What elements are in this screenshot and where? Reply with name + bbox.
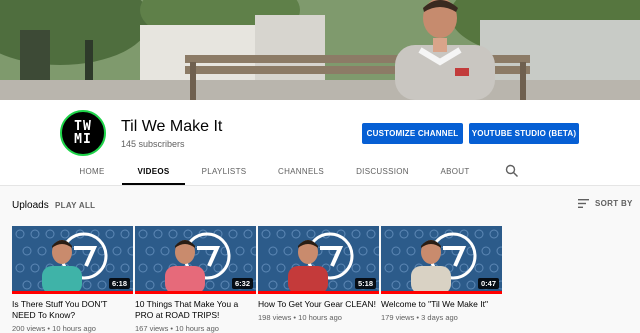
video-thumbnail[interactable]: 6:18 (12, 226, 133, 294)
tab-channels[interactable]: CHANNELS (270, 158, 332, 185)
video-thumbnail[interactable]: 0:47 (381, 226, 502, 294)
header-divider (0, 185, 640, 186)
customize-channel-button[interactable]: CUSTOMIZE CHANNEL (362, 123, 463, 144)
video-card[interactable]: 6:32 10 Things That Make You a PRO at RO… (135, 226, 256, 333)
play-all-button[interactable]: PLAY ALL (55, 201, 95, 210)
avatar-text-bottom: MI (74, 132, 92, 147)
video-card[interactable]: 0:47 Welcome to "Til We Make It" 179 vie… (381, 226, 502, 322)
video-duration: 6:32 (231, 278, 253, 289)
channel-header: TW MI Til We Make It 145 subscribers CUS… (0, 100, 640, 185)
video-title[interactable]: How To Get Your Gear CLEAN! (258, 299, 379, 310)
banner-image (0, 0, 640, 100)
video-thumbnail[interactable]: 5:18 (258, 226, 379, 294)
channel-avatar[interactable]: TW MI (60, 110, 106, 156)
channel-tabs: HOME VIDEOS PLAYLISTS CHANNELS DISCUSSIO… (0, 158, 640, 185)
tab-videos[interactable]: VIDEOS (122, 158, 185, 185)
watch-progress-bar (258, 291, 379, 294)
video-card[interactable]: 6:18 Is There Stuff You DON'T NEED To Kn… (12, 226, 133, 333)
watch-progress-bar (135, 291, 256, 294)
video-meta: 167 views • 10 hours ago (135, 324, 219, 333)
video-duration: 0:47 (477, 278, 499, 289)
video-meta: 200 views • 10 hours ago (12, 324, 96, 333)
watch-progress-bar (381, 291, 502, 294)
video-card[interactable]: 5:18 How To Get Your Gear CLEAN! 198 vie… (258, 226, 379, 322)
tab-home[interactable]: HOME (64, 158, 120, 185)
channel-banner (0, 0, 640, 100)
video-duration: 6:18 (108, 278, 130, 289)
video-meta: 179 views • 3 days ago (381, 313, 458, 322)
video-duration: 5:18 (354, 278, 376, 289)
channel-name: Til We Make It (121, 118, 223, 135)
sort-by-button[interactable]: SORT BY (578, 199, 633, 208)
video-title[interactable]: Is There Stuff You DON'T NEED To Know? (12, 299, 133, 321)
sort-icon (578, 199, 589, 208)
uploads-heading[interactable]: Uploads (12, 200, 49, 211)
tab-about[interactable]: ABOUT (432, 158, 478, 185)
subscriber-count: 145 subscribers (121, 139, 185, 149)
watch-progress-bar (12, 291, 133, 294)
video-thumbnail[interactable]: 6:32 (135, 226, 256, 294)
video-meta: 198 views • 10 hours ago (258, 313, 342, 322)
video-title[interactable]: 10 Things That Make You a PRO at ROAD TR… (135, 299, 256, 321)
tab-discussion[interactable]: DISCUSSION (350, 158, 415, 185)
tab-playlists[interactable]: PLAYLISTS (193, 158, 255, 185)
video-title[interactable]: Welcome to "Til We Make It" (381, 299, 502, 310)
search-icon[interactable] (505, 164, 519, 178)
youtube-studio-button[interactable]: YOUTUBE STUDIO (BETA) (469, 123, 579, 144)
sort-by-label: SORT BY (595, 199, 633, 208)
